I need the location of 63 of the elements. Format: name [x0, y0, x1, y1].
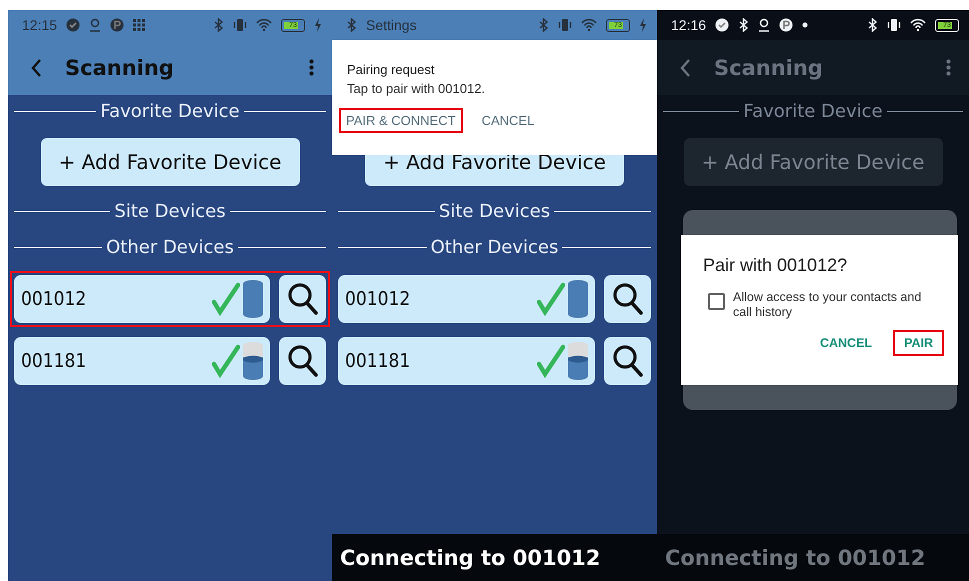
charging-bolt-icon — [314, 18, 322, 32]
vibrate-icon — [233, 18, 247, 32]
charging-bolt-icon — [639, 18, 647, 32]
bluetooth-icon — [867, 18, 878, 32]
check-circle-icon — [66, 18, 80, 32]
section-heading: Other Devices — [430, 236, 558, 258]
snackbar-message: Connecting to 001012 — [340, 546, 600, 570]
device-id: 001181 — [21, 350, 88, 372]
wifi-icon — [581, 18, 597, 32]
search-button[interactable] — [604, 337, 651, 385]
check-circle-icon — [715, 18, 730, 32]
location-pin-icon — [758, 18, 770, 32]
dialog-button[interactable]: PAIR & CONNECT — [341, 110, 461, 131]
status-time: 12:15 — [22, 17, 58, 33]
device-id: 001012 — [345, 288, 412, 310]
back-chevron-icon[interactable] — [679, 58, 692, 78]
status-app-name: Settings — [366, 17, 417, 33]
search-icon — [286, 282, 318, 316]
grid-icon — [133, 19, 146, 31]
section-heading: Favorite Device — [100, 100, 240, 122]
location-pin-icon — [89, 18, 102, 32]
wifi-icon — [256, 18, 272, 32]
add-favorite-device-button[interactable]: + Add Favorite Device — [684, 138, 942, 186]
p-circle-icon — [779, 18, 794, 32]
status-time: 12:16 — [671, 17, 706, 33]
dialog-button[interactable]: PAIR — [895, 332, 942, 354]
more-menu-icon[interactable] — [946, 59, 951, 76]
device-id: 001181 — [345, 350, 412, 372]
dialog-button[interactable]: CANCEL — [476, 110, 540, 131]
search-button[interactable] — [279, 275, 326, 323]
p-circle-icon — [110, 18, 124, 32]
dot-icon — [802, 22, 808, 28]
search-button[interactable] — [279, 337, 326, 385]
more-menu-icon[interactable] — [309, 59, 314, 76]
search-button[interactable] — [604, 275, 651, 323]
dialog-button[interactable]: CANCEL — [810, 332, 882, 354]
device-card[interactable]: 001181 — [14, 337, 270, 385]
checkbox-label: Allow access to your contacts and call history — [733, 290, 922, 320]
screen-title: Scanning — [714, 56, 824, 80]
search-icon — [612, 282, 644, 316]
device-card[interactable]: 001181 — [338, 337, 595, 385]
snackbar-message: Connecting to 001012 — [665, 546, 926, 570]
section-heading: Other Devices — [106, 236, 234, 258]
bluetooth-icon — [346, 18, 357, 32]
checkbox[interactable] — [708, 293, 725, 310]
search-icon — [286, 344, 318, 378]
bluetooth-icon — [538, 18, 549, 32]
bluetooth-icon — [738, 18, 750, 32]
device-id: 001012 — [21, 288, 88, 310]
vibrate-icon — [558, 18, 572, 32]
wifi-icon — [910, 18, 926, 32]
section-heading: Site Devices — [114, 200, 226, 222]
section-heading: Favorite Device — [743, 100, 883, 122]
bluetooth-icon — [213, 18, 224, 32]
dialog-title: Pair with 001012? — [703, 255, 848, 276]
screen-title: Scanning — [65, 56, 175, 80]
vibrate-icon — [887, 18, 901, 32]
dialog-message: Tap to pair with 001012. — [347, 81, 486, 96]
search-icon — [612, 344, 644, 378]
dialog-title: Pairing request — [347, 62, 436, 77]
add-favorite-device-button[interactable]: + Add Favorite Device — [40, 138, 300, 186]
section-heading: Site Devices — [438, 200, 550, 222]
back-chevron-icon[interactable] — [30, 58, 43, 78]
